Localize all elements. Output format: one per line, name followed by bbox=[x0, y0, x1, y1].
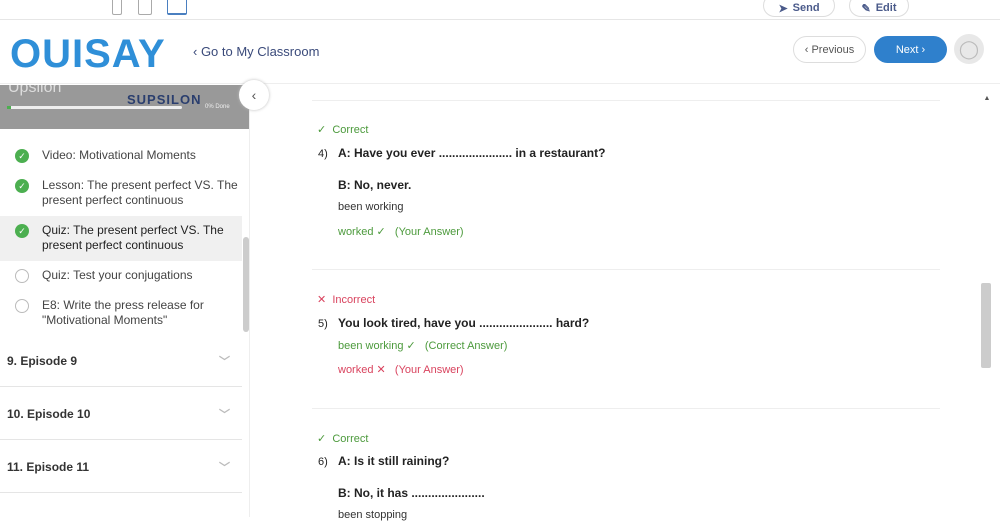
brand-logo: SUPSILON bbox=[127, 92, 202, 107]
chevron-down-icon: ﹀ bbox=[219, 408, 230, 421]
check-circle-icon: ✓ bbox=[15, 179, 29, 193]
send-icon: ➤ bbox=[778, 2, 788, 15]
lesson-item[interactable]: Quiz: Test your conjugations bbox=[0, 268, 242, 283]
option: been stopping bbox=[338, 509, 408, 521]
avatar[interactable]: ◯ bbox=[954, 34, 984, 64]
lesson-item[interactable]: ✓ Lesson: The present perfect VS. The pre… bbox=[0, 178, 242, 208]
check-circle-icon: ✓ bbox=[15, 224, 29, 238]
your-answer: worked ✕ (Your Answer) bbox=[338, 364, 464, 376]
course-title: Upsilon bbox=[8, 85, 62, 96]
your-answer: worked ✓ (Your Answer) bbox=[338, 226, 464, 238]
next-button[interactable]: Next › bbox=[874, 36, 947, 63]
question-6: 6) A: Is it still raining? bbox=[318, 454, 450, 468]
top-toolbar: ➤ Send ✎ Edit bbox=[0, 0, 1000, 20]
question-line: B: No, it has ...................... bbox=[338, 486, 485, 500]
question-5: 5) You look tired, have you .............… bbox=[318, 316, 590, 330]
quiz-results: ✓ Correct 4) A: Have you ever ...........… bbox=[270, 85, 980, 521]
episode-11[interactable]: 11. Episode 11 ﹀ bbox=[0, 441, 242, 493]
sidebar-scrollbar[interactable] bbox=[243, 237, 249, 332]
lesson-item[interactable]: ✓ Video: Motivational Moments bbox=[0, 148, 242, 163]
previous-button[interactable]: ‹ Previous bbox=[793, 36, 866, 63]
send-button[interactable]: ➤ Send bbox=[763, 0, 835, 17]
option: been working bbox=[338, 201, 404, 213]
question-line: B: No, never. bbox=[338, 178, 412, 192]
empty-circle-icon bbox=[15, 269, 29, 283]
collapse-sidebar-button[interactable]: ‹ bbox=[239, 80, 269, 110]
lesson-item[interactable]: E8: Write the press release for "Motivat… bbox=[0, 298, 242, 328]
mobile-view-icon[interactable] bbox=[112, 0, 122, 15]
check-circle-icon: ✓ bbox=[15, 149, 29, 163]
pencil-icon: ✎ bbox=[861, 2, 871, 15]
tablet-view-icon[interactable] bbox=[138, 0, 152, 15]
episode-9[interactable]: 9. Episode 9 ﹀ bbox=[0, 335, 242, 387]
edit-button[interactable]: ✎ Edit bbox=[849, 0, 909, 17]
status-correct: ✓ Correct bbox=[317, 124, 369, 136]
question-4: 4) A: Have you ever .....................… bbox=[318, 146, 606, 160]
episode-10[interactable]: 10. Episode 10 ﹀ bbox=[0, 388, 242, 440]
chevron-down-icon: ﹀ bbox=[219, 355, 230, 368]
scroll-up-icon[interactable]: ▲ bbox=[980, 95, 994, 102]
chevron-down-icon: ﹀ bbox=[219, 461, 230, 474]
empty-circle-icon bbox=[15, 299, 29, 313]
course-sidebar: Upsilon SUPSILON 0% Done ✓ Video: Motivat… bbox=[0, 85, 250, 517]
lesson-item-active[interactable]: ✓ Quiz: The present perfect VS. The prese… bbox=[0, 216, 242, 261]
correct-answer: been working ✓ (Correct Answer) bbox=[338, 340, 508, 352]
course-header: Upsilon SUPSILON 0% Done bbox=[0, 85, 249, 129]
main-scrollbar[interactable]: ▲ bbox=[980, 95, 994, 517]
progress-bar bbox=[7, 106, 182, 109]
header: OUISAY ‹ Go to My Classroom ‹ Previous N… bbox=[0, 20, 1000, 84]
status-correct: ✓ Correct bbox=[317, 433, 369, 445]
go-to-classroom-link[interactable]: ‹ Go to My Classroom bbox=[193, 44, 319, 59]
progress-label: 0% Done bbox=[205, 104, 230, 110]
desktop-view-icon[interactable] bbox=[167, 0, 187, 15]
chevron-left-icon: ‹ bbox=[251, 87, 257, 103]
status-incorrect: ✕ Incorrect bbox=[317, 294, 376, 306]
scrollbar-thumb[interactable] bbox=[981, 283, 991, 368]
logo: OUISAY bbox=[10, 32, 166, 76]
